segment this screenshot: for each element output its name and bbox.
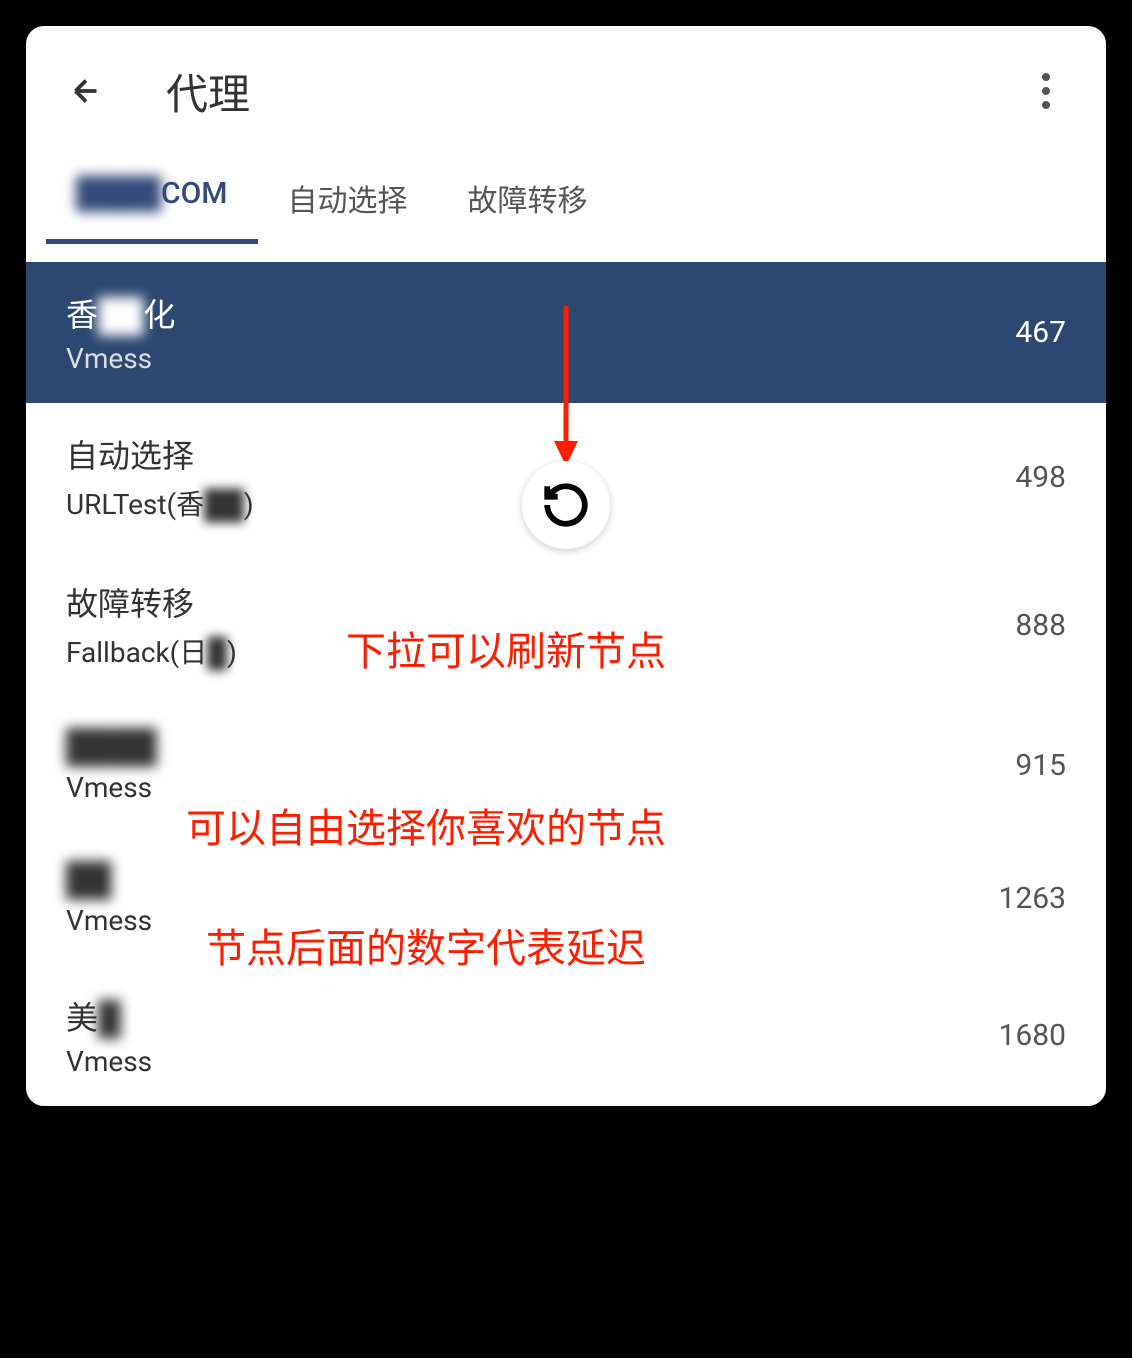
item-title: 美█: [66, 993, 152, 1039]
item-subtitle: Vmess: [66, 771, 157, 804]
tab-failover[interactable]: 故障转移: [438, 156, 618, 240]
item-ping: 498: [1015, 460, 1066, 495]
annotation-refresh: 下拉可以刷新节点: [346, 619, 666, 677]
list-item[interactable]: 美█ Vmess 1680: [26, 965, 1106, 1106]
page-title: 代理: [166, 61, 250, 122]
back-icon[interactable]: [66, 71, 106, 111]
tab-main[interactable]: ████COM: [46, 156, 258, 240]
annotation-arrow-icon: [551, 306, 581, 470]
item-info: 自动选择 URLTest(香██): [66, 431, 254, 523]
app-screen: 代理 ████COM 自动选择 故障转移 香██化 Vmess 467 自动选择: [20, 20, 1112, 1112]
item-info: 故障转移 Fallback(日█): [66, 579, 237, 671]
annotation-choose: 可以自由选择你喜欢的节点: [186, 796, 666, 854]
item-subtitle: Vmess: [66, 1045, 152, 1078]
item-info: ██ Vmess: [66, 860, 152, 937]
item-title: 香██化: [66, 290, 175, 336]
item-title: 故障转移: [66, 579, 237, 625]
refresh-icon[interactable]: [522, 461, 610, 549]
header-bar: 代理: [26, 26, 1106, 156]
item-title: 自动选择: [66, 431, 254, 477]
tab-label-blurred: ████: [76, 176, 161, 211]
item-info: ████ Vmess: [66, 727, 157, 804]
item-ping: 915: [1015, 748, 1066, 783]
item-ping: 888: [1015, 608, 1066, 643]
item-ping: 467: [1015, 315, 1066, 350]
tab-label-suffix: COM: [161, 176, 228, 211]
item-title: ██: [66, 860, 152, 898]
item-subtitle: URLTest(香██): [66, 483, 254, 523]
annotation-ping: 节点后面的数字代表延迟: [206, 916, 646, 974]
item-title: ████: [66, 727, 157, 765]
item-subtitle: Vmess: [66, 904, 152, 937]
tab-bar: ████COM 自动选择 故障转移: [26, 156, 1106, 242]
item-info: 香██化 Vmess: [66, 290, 175, 375]
tab-auto-select[interactable]: 自动选择: [258, 156, 438, 240]
item-subtitle: Vmess: [66, 342, 175, 375]
item-ping: 1680: [999, 1018, 1066, 1053]
item-ping: 1263: [999, 881, 1066, 916]
item-info: 美█ Vmess: [66, 993, 152, 1078]
item-subtitle: Fallback(日█): [66, 631, 237, 671]
more-icon[interactable]: [1026, 71, 1066, 111]
